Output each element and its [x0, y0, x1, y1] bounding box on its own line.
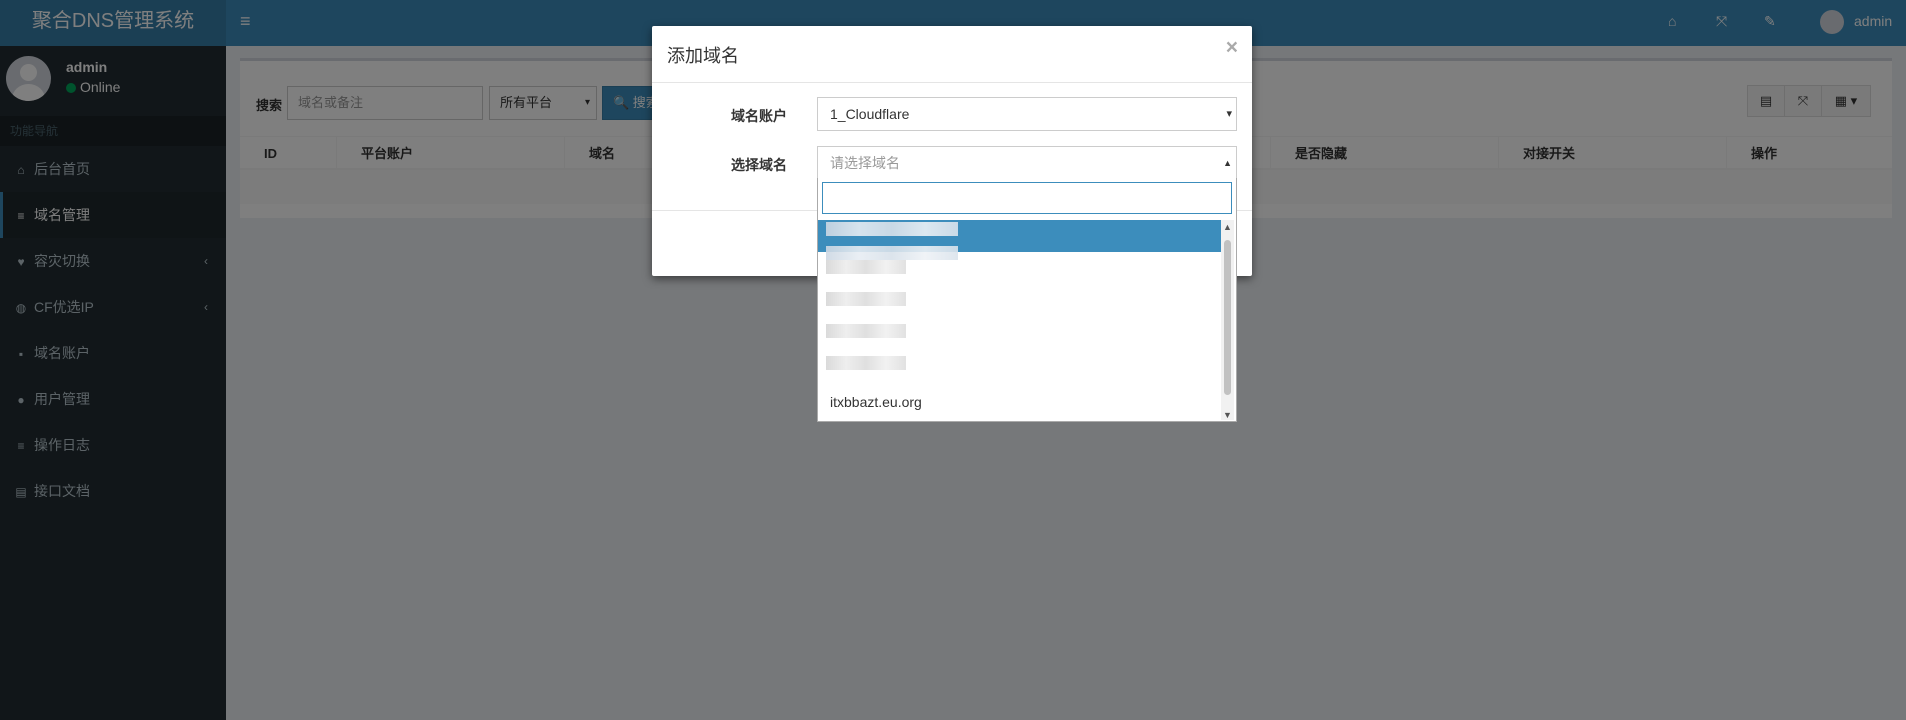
account-select-value: 1_Cloudflare — [830, 106, 910, 122]
account-label: 域名账户 — [731, 108, 787, 124]
close-icon[interactable]: × — [1226, 36, 1238, 60]
divider — [652, 82, 1252, 83]
dropdown-option[interactable] — [818, 322, 1221, 354]
redacted-text — [826, 356, 906, 370]
dropdown-option[interactable] — [818, 290, 1221, 322]
domain-select-placeholder: 请选择域名 — [830, 155, 900, 171]
domain-label: 选择域名 — [731, 157, 787, 173]
dropdown-search-input[interactable] — [822, 182, 1232, 214]
dropdown-option[interactable]: itxbbazt.eu.org — [818, 386, 1221, 418]
domain-select[interactable]: 请选择域名 ▲ — [817, 146, 1237, 180]
scroll-up-icon[interactable]: ▲ — [1223, 222, 1232, 232]
redacted-text — [826, 222, 958, 236]
dropdown-option-label: itxbbazt.eu.org — [830, 394, 922, 410]
redacted-text — [826, 260, 906, 274]
scroll-down-icon[interactable]: ▼ — [1223, 410, 1232, 420]
chevron-down-icon: ▾ — [1226, 108, 1232, 120]
dropdown-scrollbar[interactable]: ▲ ▼ — [1221, 220, 1234, 420]
dropdown-option[interactable] — [818, 354, 1221, 386]
chevron-up-icon: ▲ — [1223, 158, 1232, 168]
redacted-text — [826, 292, 906, 306]
dropdown-option[interactable] — [818, 258, 1221, 290]
redacted-text — [826, 324, 906, 338]
modal-title: 添加域名 — [667, 46, 739, 66]
dropdown-options: itxbbazt.eu.org — [818, 220, 1221, 418]
account-select[interactable]: 1_Cloudflare ▾ — [817, 97, 1237, 131]
scrollbar-thumb[interactable] — [1224, 240, 1231, 395]
domain-dropdown: itxbbazt.eu.org ▲ ▼ — [817, 178, 1237, 422]
